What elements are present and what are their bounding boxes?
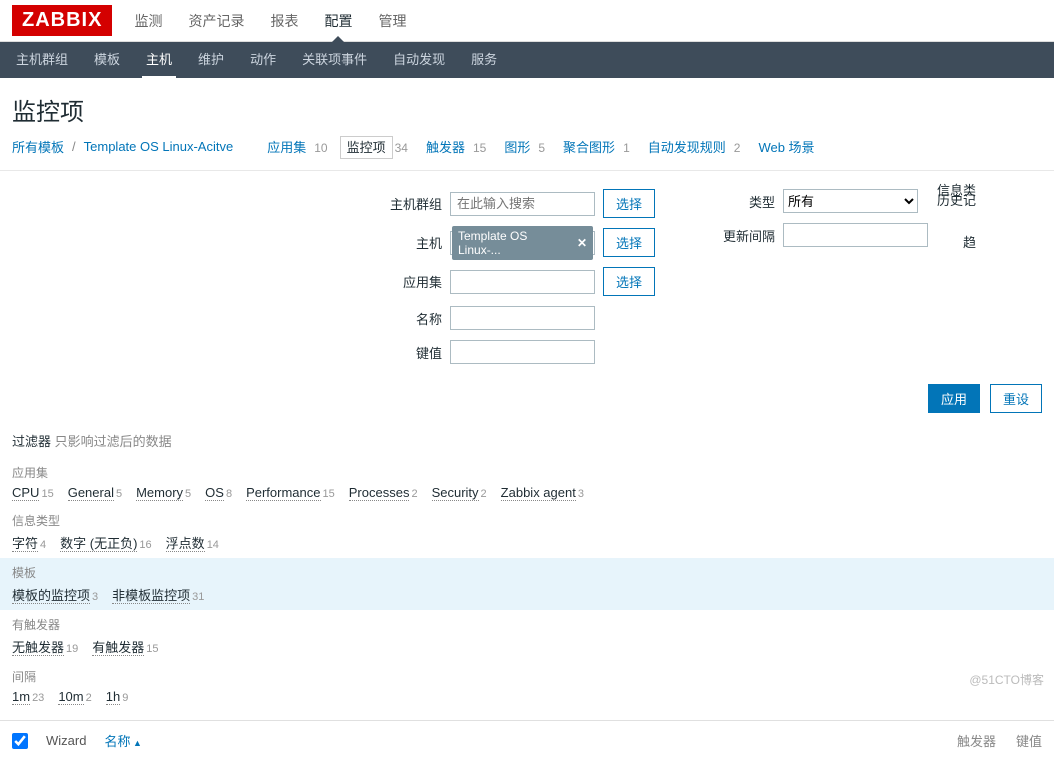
sub-nav-1[interactable]: 模板 — [90, 41, 124, 79]
breadcrumb-template[interactable]: Template OS Linux-Acitve — [84, 139, 234, 154]
subfilter-opt-0-1[interactable]: General — [68, 485, 114, 501]
host-label: 主机 — [372, 233, 442, 252]
subfilter-opt-4-2[interactable]: 1h — [106, 689, 120, 705]
filter-form: 主机群组 选择 主机 Template OS Linux-... ✕ 选择 应用… — [360, 171, 1054, 374]
subfilter-0: 应用集CPU15General5Memory5OS8Performance15P… — [0, 458, 1054, 506]
subfilter-opt-0-4[interactable]: Performance — [246, 485, 320, 501]
main-nav-0[interactable]: 监测 — [130, 1, 166, 41]
main-nav-3[interactable]: 配置 — [320, 1, 356, 41]
subfilter-opt-0-0[interactable]: CPU — [12, 485, 39, 501]
tab-3[interactable]: 图形 — [498, 136, 536, 159]
subfilter-opt-0-7[interactable]: Zabbix agent — [501, 485, 576, 501]
subfilter-3: 有触发器无触发器19有触发器15 — [0, 610, 1054, 662]
subfilter-opt-4-0[interactable]: 1m — [12, 689, 30, 705]
logo[interactable]: ZABBIX — [12, 5, 112, 36]
subfilter-opt-4-1[interactable]: 10m — [58, 689, 83, 705]
reset-button[interactable]: 重设 — [990, 384, 1042, 413]
subfilter-opt-1-1[interactable]: 数字 (无正负) — [60, 536, 137, 552]
subfilter-1: 信息类型字符4数字 (无正负)16浮点数14 — [0, 506, 1054, 558]
name-input[interactable] — [450, 306, 595, 330]
key-label: 键值 — [372, 343, 442, 362]
appset-input[interactable] — [450, 270, 595, 294]
subfilter-opt-2-0[interactable]: 模板的监控项 — [12, 588, 90, 604]
subfilter-opt-3-1[interactable]: 有触发器 — [92, 640, 144, 656]
sub-nav-0[interactable]: 主机群组 — [12, 41, 72, 79]
tab-2[interactable]: 触发器 — [420, 136, 471, 159]
type-label: 类型 — [715, 192, 775, 211]
main-nav-2[interactable]: 报表 — [266, 1, 302, 41]
main-nav-1[interactable]: 资产记录 — [184, 1, 248, 41]
subfilter-opt-2-1[interactable]: 非模板监控项 — [112, 588, 190, 604]
table-header: Wizard 名称 触发器 键值 — [0, 720, 1054, 760]
page-title: 监控项 — [0, 78, 1054, 137]
appset-select-button[interactable]: 选择 — [603, 267, 655, 296]
host-group-label: 主机群组 — [372, 194, 442, 213]
subfilter-opt-0-6[interactable]: Security — [432, 485, 479, 501]
tab-6[interactable]: Web 场景 — [752, 136, 820, 159]
subfilter-4: 间隔1m2310m21h9 — [0, 662, 1054, 710]
breadcrumb: 所有模板 / Template OS Linux-Acitve 应用集10监控项… — [0, 137, 1054, 171]
sub-nav-4[interactable]: 动作 — [246, 41, 280, 79]
tab-5[interactable]: 自动发现规则 — [642, 136, 732, 159]
col-name[interactable]: 名称 — [104, 731, 141, 750]
subfilter-opt-1-0[interactable]: 字符 — [12, 536, 38, 552]
history-label: 历史记 — [906, 190, 976, 209]
subfilter-opt-0-5[interactable]: Processes — [349, 485, 410, 501]
tab-1[interactable]: 监控项 — [340, 136, 393, 159]
col-key[interactable]: 键值 — [1016, 731, 1042, 750]
subfilter-2: 模板模板的监控项3非模板监控项31 — [0, 558, 1054, 610]
apply-button[interactable]: 应用 — [928, 384, 980, 413]
subfilter-opt-0-3[interactable]: OS — [205, 485, 224, 501]
watermark: @51CTO博客 — [969, 671, 1044, 688]
filter-actions: 应用 重设 — [0, 374, 1054, 423]
trend-label: 趋 — [906, 232, 976, 251]
col-wizard[interactable]: Wizard — [46, 733, 86, 748]
main-header: ZABBIX 监测资产记录报表配置管理 — [0, 0, 1054, 42]
breadcrumb-root[interactable]: 所有模板 — [12, 137, 64, 156]
name-label: 名称 — [372, 309, 442, 328]
update-interval-label: 更新间隔 — [715, 226, 775, 245]
sub-nav-5[interactable]: 关联项事件 — [298, 41, 371, 79]
host-chip[interactable]: Template OS Linux-... ✕ — [452, 226, 593, 260]
breadcrumb-sep: / — [72, 139, 76, 154]
sub-nav-6[interactable]: 自动发现 — [389, 41, 449, 79]
subfilter-opt-1-2[interactable]: 浮点数 — [166, 536, 205, 552]
main-nav-4[interactable]: 管理 — [374, 1, 410, 41]
key-input[interactable] — [450, 340, 595, 364]
remove-chip-icon[interactable]: ✕ — [577, 236, 587, 250]
subfilter-header: 过滤器 只影响过滤后的数据 — [0, 423, 1054, 458]
sub-nav-3[interactable]: 维护 — [194, 41, 228, 79]
type-select[interactable]: 所有 — [783, 189, 918, 213]
select-all-checkbox[interactable] — [12, 733, 28, 749]
appset-label: 应用集 — [372, 272, 442, 291]
host-group-input[interactable] — [450, 192, 595, 216]
tab-0[interactable]: 应用集 — [261, 136, 312, 159]
sub-nav: 主机群组模板主机维护动作关联项事件自动发现服务 — [0, 42, 1054, 78]
subfilter-opt-0-2[interactable]: Memory — [136, 485, 183, 501]
sub-nav-2[interactable]: 主机 — [142, 41, 176, 79]
subfilter-opt-3-0[interactable]: 无触发器 — [12, 640, 64, 656]
main-nav: 监测资产记录报表配置管理 — [130, 1, 410, 41]
sub-nav-7[interactable]: 服务 — [467, 41, 501, 79]
col-triggers[interactable]: 触发器 — [957, 731, 996, 750]
host-select-button[interactable]: 选择 — [603, 228, 655, 257]
host-group-select-button[interactable]: 选择 — [603, 189, 655, 218]
tab-4[interactable]: 聚合图形 — [557, 136, 621, 159]
